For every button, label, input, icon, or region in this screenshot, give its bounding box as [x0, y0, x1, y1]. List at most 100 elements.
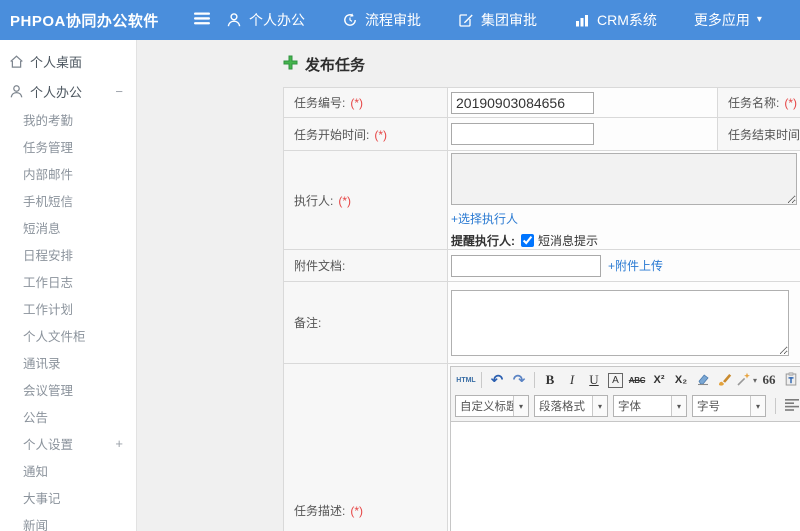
format-brush-button[interactable] [715, 370, 735, 390]
sidebar-item-task-management[interactable]: 任务管理 [0, 133, 136, 160]
attachment-upload-link[interactable]: +附件上传 [608, 257, 663, 274]
bar-chart-icon [574, 12, 590, 28]
sidebar-item-internal-mail[interactable]: 内部邮件 [0, 160, 136, 187]
menu-toggle-button[interactable] [194, 12, 210, 28]
toolbar-separator [775, 398, 776, 414]
required-asterisk: (*) [350, 503, 364, 518]
source-code-button[interactable]: HTML [456, 370, 476, 390]
bold-button[interactable]: B [540, 370, 560, 390]
caret-down-icon: ▾ [753, 375, 758, 385]
select-label: 字号 [697, 401, 720, 413]
choose-executor-link[interactable]: +选择执行人 [451, 212, 518, 226]
sidebar-item-label: 我的考勤 [23, 114, 74, 128]
end-time-label: 任务结束时间: [728, 127, 800, 142]
caret-down-icon: ▾ [513, 396, 528, 416]
custom-title-select[interactable]: 自定义标题 ▾ [455, 395, 529, 417]
nav-crm-system[interactable]: CRM系统 [574, 10, 657, 30]
task-name-label: 任务名称: [728, 96, 780, 110]
brush-icon [718, 372, 732, 389]
executor-textarea[interactable] [451, 153, 797, 205]
sidebar-item-personal-office[interactable]: 个人办公 − [0, 76, 136, 106]
eraser-icon [696, 372, 710, 389]
sidebar-item-personal-desktop[interactable]: 个人桌面 [0, 46, 136, 76]
sidebar-item-label: 通讯录 [23, 357, 61, 371]
sidebar-item-news[interactable]: 新闻 [0, 511, 136, 531]
subscript-button[interactable]: X₂ [671, 370, 691, 390]
sidebar-item-announcement[interactable]: 公告 [0, 403, 136, 430]
underline-button[interactable]: U [584, 370, 604, 390]
attachment-input[interactable] [451, 254, 601, 277]
remark-label: 备注: [294, 316, 322, 330]
required-asterisk: (*) [784, 96, 798, 110]
sidebar-item-work-plan[interactable]: 工作计划 [0, 295, 136, 322]
sidebar-item-label: 短消息 [23, 222, 61, 236]
sidebar-item-label: 个人文件柜 [23, 330, 86, 344]
quick-format-button[interactable]: ▾ [737, 370, 757, 390]
task-form: 任务编号:(*) 任务名称:(*) 任务开始时间:(*) 任务结束时间:(*) … [283, 87, 800, 531]
sidebar-item-label: 会议管理 [23, 384, 74, 398]
collapse-icon[interactable]: − [115, 84, 123, 99]
sidebar-item-short-message[interactable]: 短消息 [0, 214, 136, 241]
required-asterisk: (*) [350, 96, 364, 110]
start-time-input[interactable] [451, 123, 594, 145]
sidebar-item-memorabilia[interactable]: 大事记 [0, 484, 136, 511]
app-logo: PHPOA协同办公软件 [10, 12, 159, 30]
font-family-select[interactable]: 字体 ▾ [613, 395, 687, 417]
remove-format-button[interactable] [693, 370, 713, 390]
remind-executor-label: 提醒执行人: [451, 234, 515, 248]
sidebar-item-personal-settings[interactable]: 个人设置 + [0, 430, 136, 457]
select-label: 字体 [618, 401, 641, 413]
paragraph-format-select[interactable]: 段落格式 ▾ [534, 395, 608, 417]
sidebar-item-label: 新闻 [23, 519, 49, 531]
align-left-button[interactable] [782, 396, 800, 416]
sidebar-item-contacts[interactable]: 通讯录 [0, 349, 136, 376]
editor-content[interactable] [451, 421, 800, 531]
sidebar-item-label: 个人办公 [30, 84, 83, 100]
content-area: 发布任务 任务编号: (*) 任务名称: (*) 任务开始时间: (*) 任务结束时间… [137, 40, 800, 531]
sidebar-item-notification[interactable]: 通知 [0, 457, 136, 484]
nav-group-approval[interactable]: 集团审批 [458, 10, 537, 30]
strikethrough-button[interactable]: ABC [627, 370, 647, 390]
sidebar-item-label: 任务管理 [23, 141, 74, 155]
sidebar-item-label: 手机短信 [23, 195, 74, 209]
top-nav: 个人办公 流程审批 集团审批 CRM系统 更多应用 ▾ [226, 10, 799, 30]
attachment-label: 附件文档: [294, 259, 346, 273]
italic-button[interactable]: I [562, 370, 582, 390]
sidebar-item-file-cabinet[interactable]: 个人文件柜 [0, 322, 136, 349]
undo-button[interactable]: ↶ [487, 370, 507, 390]
hamburger-icon [194, 12, 210, 28]
sidebar-item-meeting-management[interactable]: 会议管理 [0, 376, 136, 403]
editor-toolbar-row2: 自定义标题 ▾ 段落格式 ▾ 字体 ▾ 字号 ▾ [451, 393, 800, 421]
task-number-input[interactable] [451, 91, 594, 114]
sidebar-item-label: 个人桌面 [30, 54, 83, 70]
nav-label: 个人办公 [249, 12, 305, 28]
nav-label: CRM系统 [597, 12, 657, 28]
sidebar-item-mobile-sms[interactable]: 手机短信 [0, 187, 136, 214]
caret-down-icon: ▾ [750, 396, 765, 416]
user-icon [9, 83, 25, 99]
superscript-button[interactable]: X² [649, 370, 669, 390]
clipboard-icon [784, 372, 798, 389]
sms-remind-checkbox[interactable] [521, 234, 534, 247]
align-left-icon [785, 398, 800, 414]
nav-workflow-approval[interactable]: 流程审批 [342, 10, 421, 30]
nav-personal-office[interactable]: 个人办公 [226, 10, 305, 30]
font-size-select[interactable]: 字号 ▾ [692, 395, 766, 417]
blockquote-button[interactable]: 66 [759, 370, 779, 390]
sidebar-item-my-attendance[interactable]: 我的考勤 [0, 106, 136, 133]
expand-icon[interactable]: + [115, 436, 123, 451]
start-time-label: 任务开始时间: [294, 127, 370, 142]
font-style-button[interactable]: A [608, 372, 623, 388]
sms-remind-label: 短消息提示 [538, 234, 599, 248]
nav-more-apps[interactable]: 更多应用 ▾ [694, 10, 762, 30]
sidebar-item-work-log[interactable]: 工作日志 [0, 268, 136, 295]
required-asterisk: (*) [338, 193, 352, 208]
redo-button[interactable]: ↷ [509, 370, 529, 390]
home-icon [9, 53, 25, 69]
sidebar-item-schedule[interactable]: 日程安排 [0, 241, 136, 268]
caret-down-icon: ▾ [756, 14, 762, 25]
add-icon [283, 55, 298, 73]
executor-label: 执行人: [294, 193, 334, 208]
paste-button[interactable] [781, 370, 800, 390]
remark-textarea[interactable] [451, 289, 789, 356]
